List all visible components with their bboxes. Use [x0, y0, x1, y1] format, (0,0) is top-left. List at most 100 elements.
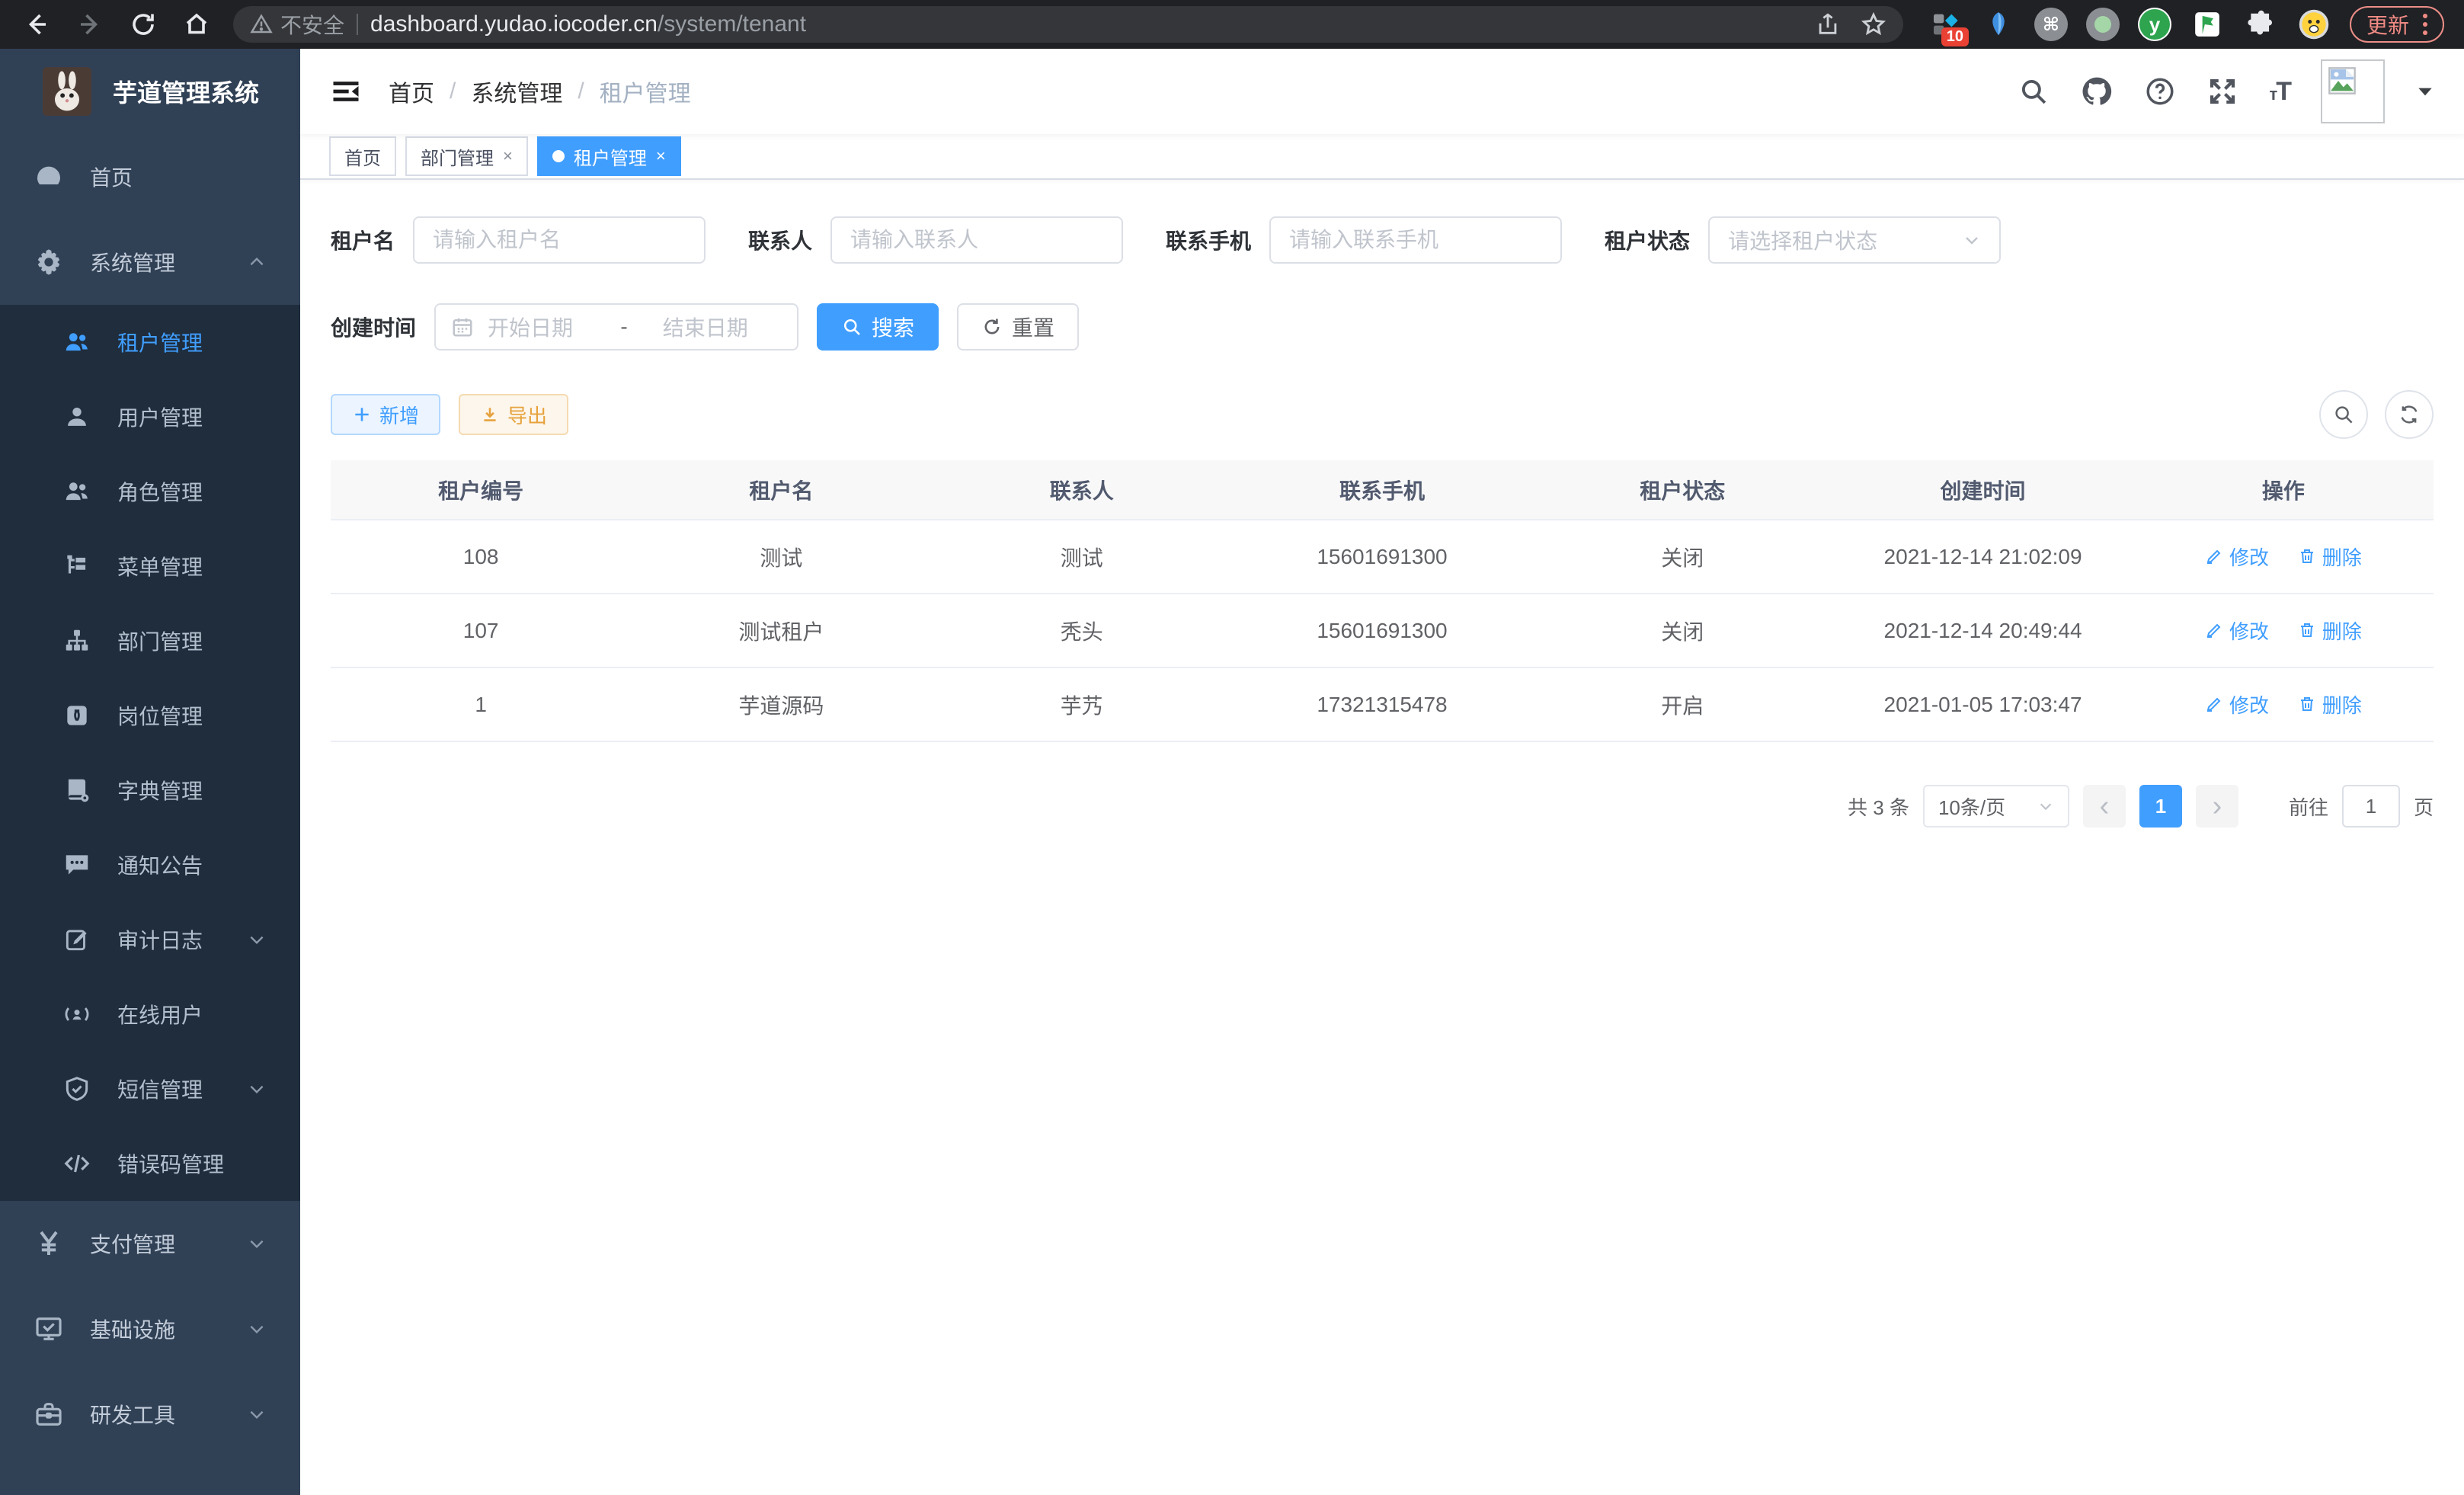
page-size-select[interactable]: 10条/页: [1923, 785, 2069, 828]
page-1-button[interactable]: 1: [2139, 785, 2182, 828]
browser-menu-icon[interactable]: [2423, 14, 2427, 35]
date-range-picker[interactable]: 开始日期 - 结束日期: [434, 303, 798, 351]
edit-button[interactable]: 修改: [2205, 616, 2269, 645]
site-security-chip[interactable]: 不安全: [250, 9, 344, 40]
extension-cmd-icon[interactable]: ⌘: [2034, 8, 2068, 41]
delete-button[interactable]: 删除: [2298, 616, 2362, 645]
sidebar-submenu-system: 租户管理 用户管理 角色管理 菜单管理 部门管理: [0, 305, 300, 1201]
contact-label: 联系人: [748, 225, 812, 255]
sidebar-item-tenant[interactable]: 租户管理: [0, 305, 300, 379]
tenant-table: 租户编号 租户名 联系人 联系手机 租户状态 创建时间 操作 108 测试 测试: [331, 460, 2434, 742]
sidebar-item-post[interactable]: 岗位管理: [0, 678, 300, 753]
tab-dept[interactable]: 部门管理 ×: [405, 136, 528, 176]
sidebar-menu: 首页 系统管理 租户管理 用户管理 角色管理: [0, 134, 300, 1495]
sidebar-item-role[interactable]: 角色管理: [0, 454, 300, 529]
forward-icon[interactable]: [73, 8, 107, 41]
delete-button[interactable]: 删除: [2298, 690, 2362, 719]
share-icon[interactable]: [1815, 11, 1841, 37]
tab-home[interactable]: 首页: [329, 136, 396, 176]
trash-icon: [2298, 621, 2316, 639]
back-icon[interactable]: [20, 8, 53, 41]
chevron-down-icon: [247, 1234, 267, 1253]
navbar-actions: тT: [2018, 59, 2435, 123]
sidebar-item-notice[interactable]: 通知公告: [0, 828, 300, 902]
font-size-icon[interactable]: тT: [2269, 77, 2290, 107]
breadcrumb-home[interactable]: 首页: [389, 75, 434, 108]
sidebar-item-home[interactable]: 首页: [0, 134, 300, 219]
contact-input[interactable]: [850, 228, 1103, 252]
help-icon[interactable]: [2144, 75, 2176, 107]
search-icon[interactable]: [2018, 75, 2050, 107]
sidebar-item-devtool[interactable]: 研发工具: [0, 1372, 300, 1457]
end-date-placeholder: 结束日期: [642, 312, 782, 342]
magnifier-icon: [841, 316, 862, 338]
extension-kite-icon[interactable]: [1981, 7, 2016, 42]
refresh-button[interactable]: [2385, 390, 2434, 439]
goto-page-input[interactable]: [2342, 785, 2400, 828]
app-logo[interactable]: 芋道管理系统: [0, 49, 300, 134]
sidebar-item-online-user[interactable]: 在线用户: [0, 977, 300, 1052]
fullscreen-icon[interactable]: [2206, 75, 2238, 107]
extension-badge: 10: [1941, 27, 1969, 46]
edit-pen-icon: [2205, 621, 2223, 639]
table-header-row: 租户编号 租户名 联系人 联系手机 租户状态 创建时间 操作: [331, 460, 2434, 520]
add-button[interactable]: 新增: [331, 394, 440, 435]
insecure-label: 不安全: [280, 9, 344, 40]
github-icon[interactable]: [2080, 75, 2114, 108]
delete-button[interactable]: 删除: [2298, 543, 2362, 571]
devtool-toolbox-icon: [34, 1399, 64, 1429]
broken-image-icon: [2327, 66, 2357, 96]
sidebar-item-infra[interactable]: 基础设施: [0, 1286, 300, 1372]
tenant-name-input[interactable]: [433, 228, 686, 252]
chevron-down-icon: [247, 1319, 267, 1339]
close-icon[interactable]: ×: [503, 146, 513, 166]
sidebar-fold-icon[interactable]: [329, 75, 363, 108]
breadcrumb-current: 租户管理: [600, 75, 691, 108]
page-content: 租户名 联系人 联系手机 租户状态 请选择租户状态: [300, 180, 2464, 1495]
notice-icon: [62, 850, 91, 879]
edit-pen-icon: [2205, 547, 2223, 565]
profile-avatar-icon[interactable]: [2296, 7, 2331, 42]
sidebar-item-pay[interactable]: 支付管理: [0, 1201, 300, 1286]
sidebar-item-user[interactable]: 用户管理: [0, 379, 300, 454]
omnibox-divider: [357, 14, 358, 35]
sidebar-item-dept[interactable]: 部门管理: [0, 603, 300, 678]
contact-input-wrap: [830, 216, 1123, 264]
prev-page-button[interactable]: ‹: [2083, 785, 2126, 828]
reset-button[interactable]: 重置: [957, 303, 1079, 351]
top-navbar: 首页 / 系统管理 / 租户管理 тT: [300, 49, 2464, 134]
bookmark-star-icon[interactable]: [1861, 11, 1886, 37]
hide-search-button[interactable]: [2319, 390, 2368, 439]
extensions-puzzle-icon[interactable]: [2243, 7, 2278, 42]
extension-grid-icon[interactable]: 10: [1928, 7, 1963, 42]
sidebar-item-sms[interactable]: 短信管理: [0, 1052, 300, 1126]
extension-yuque-icon[interactable]: y: [2138, 8, 2171, 41]
reload-icon[interactable]: [126, 8, 160, 41]
edit-button[interactable]: 修改: [2205, 543, 2269, 571]
chevron-down-icon: [247, 930, 267, 949]
sidebar-item-menu[interactable]: 菜单管理: [0, 529, 300, 603]
home-icon[interactable]: [180, 8, 213, 41]
status-select[interactable]: 请选择租户状态: [1708, 216, 2001, 264]
tab-tenant[interactable]: 租户管理 ×: [537, 136, 681, 176]
close-icon[interactable]: ×: [656, 146, 666, 166]
search-button[interactable]: 搜索: [817, 303, 939, 351]
breadcrumb-system[interactable]: 系统管理: [471, 75, 562, 108]
sidebar-item-audit-log[interactable]: 审计日志: [0, 902, 300, 977]
user-avatar[interactable]: [2321, 59, 2385, 123]
extension-flag-icon[interactable]: [2190, 7, 2225, 42]
next-page-button[interactable]: ›: [2196, 785, 2238, 828]
browser-update-button[interactable]: 更新: [2350, 6, 2444, 43]
download-icon: [480, 405, 500, 424]
extension-dot-icon[interactable]: [2086, 8, 2120, 41]
status-label: 租户状态: [1605, 225, 1690, 255]
sidebar-item-dict[interactable]: 字典管理: [0, 753, 300, 828]
mobile-input[interactable]: [1289, 228, 1542, 252]
edit-button[interactable]: 修改: [2205, 690, 2269, 719]
sidebar-item-system[interactable]: 系统管理: [0, 219, 300, 305]
address-bar[interactable]: 不安全 dashboard.yudao.iocoder.cn/system/te…: [233, 6, 1903, 43]
export-button[interactable]: 导出: [459, 394, 568, 435]
sidebar-item-error-code[interactable]: 错误码管理: [0, 1126, 300, 1201]
caret-down-icon[interactable]: [2415, 82, 2435, 101]
page-unit-label: 页: [2414, 792, 2434, 821]
